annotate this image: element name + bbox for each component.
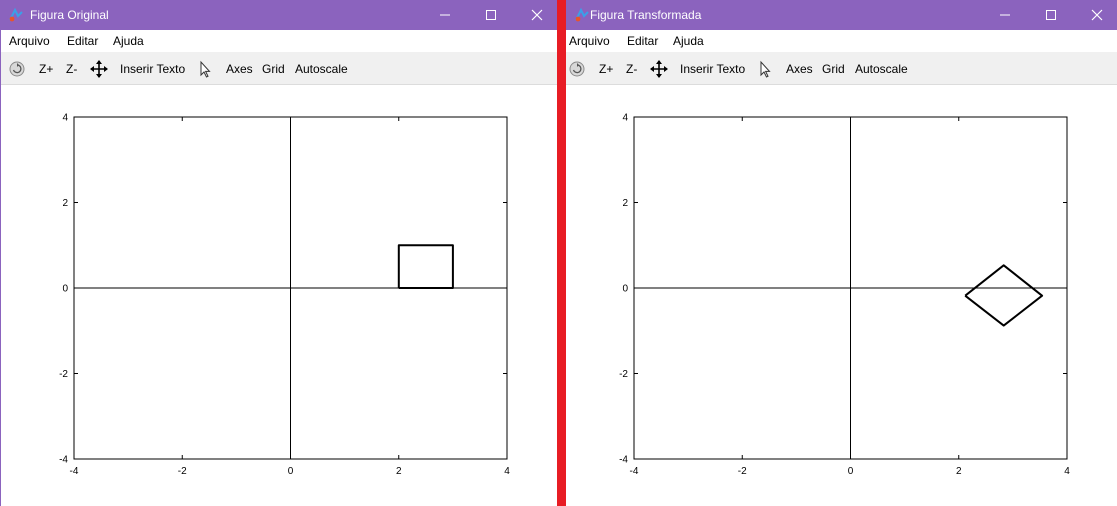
minimize-button[interactable] bbox=[422, 0, 468, 30]
x-tick-label: 2 bbox=[956, 466, 962, 477]
x-tick-label: -4 bbox=[70, 466, 79, 477]
x-tick-label: 0 bbox=[848, 466, 854, 477]
zoom-out-button[interactable]: Z- bbox=[66, 62, 77, 76]
rotate-icon[interactable] bbox=[568, 60, 586, 78]
x-tick-label: -4 bbox=[630, 466, 639, 477]
grid-button[interactable]: Grid bbox=[262, 62, 285, 76]
menu-editar[interactable]: Editar bbox=[67, 34, 98, 48]
figure-icon bbox=[9, 7, 23, 22]
close-icon bbox=[1091, 9, 1103, 21]
menu-ajuda[interactable]: Ajuda bbox=[673, 34, 704, 48]
axes-button[interactable]: Axes bbox=[226, 62, 253, 76]
x-tick-label: 2 bbox=[396, 466, 402, 477]
x-tick-label: -2 bbox=[738, 466, 747, 477]
zoom-in-button[interactable]: Z+ bbox=[39, 62, 53, 76]
minimize-icon bbox=[1000, 14, 1010, 16]
figure-window-transformed: Figura Transformada Arquivo Editar Ajuda… bbox=[566, 0, 1117, 506]
figure-window-original: Figura Original Arquivo Editar Ajuda Z+ … bbox=[0, 0, 557, 506]
x-tick-label: 4 bbox=[504, 466, 510, 477]
close-icon bbox=[531, 9, 543, 21]
title-bar[interactable]: Figura Transformada bbox=[566, 0, 1117, 30]
toolbar: Z+ Z- Inserir Texto Axes Grid Autoscale bbox=[0, 52, 557, 85]
close-button[interactable] bbox=[514, 0, 557, 30]
cursor-arrow-icon[interactable] bbox=[757, 60, 775, 78]
figure-polygon bbox=[964, 264, 1044, 327]
autoscale-button[interactable]: Autoscale bbox=[295, 62, 348, 76]
plot-area[interactable]: -4 -2 0 2 4 -4 -2 0 2 4 bbox=[566, 85, 1117, 506]
window-title: Figura Transformada bbox=[590, 8, 702, 22]
y-tick-label: 4 bbox=[622, 113, 628, 124]
figure-polygon bbox=[397, 244, 454, 289]
x-tick-label: 0 bbox=[288, 466, 294, 477]
x-tick-label: -2 bbox=[178, 466, 187, 477]
y-tick-label: 2 bbox=[62, 198, 68, 209]
grid-button[interactable]: Grid bbox=[822, 62, 845, 76]
minimize-icon bbox=[440, 14, 450, 16]
maximize-icon bbox=[486, 10, 496, 20]
rotate-icon[interactable] bbox=[8, 60, 26, 78]
title-bar[interactable]: Figura Original bbox=[0, 0, 557, 30]
minimize-button[interactable] bbox=[982, 0, 1028, 30]
zoom-in-button[interactable]: Z+ bbox=[599, 62, 613, 76]
maximize-button[interactable] bbox=[468, 0, 514, 30]
y-tick-label: -2 bbox=[59, 369, 68, 380]
menu-arquivo[interactable]: Arquivo bbox=[9, 34, 50, 48]
pan-arrows-icon[interactable] bbox=[650, 60, 668, 78]
y-tick-label: -2 bbox=[619, 369, 628, 380]
window-title: Figura Original bbox=[30, 8, 109, 22]
menu-editar[interactable]: Editar bbox=[627, 34, 658, 48]
y-tick-label: 0 bbox=[62, 284, 68, 295]
menu-bar: Arquivo Editar Ajuda bbox=[566, 30, 1117, 52]
y-tick-label: 0 bbox=[622, 284, 628, 295]
window-border bbox=[0, 30, 1, 506]
menu-arquivo[interactable]: Arquivo bbox=[569, 34, 610, 48]
y-tick-label: -4 bbox=[619, 455, 628, 466]
pan-arrows-icon[interactable] bbox=[90, 60, 108, 78]
y-tick-label: -4 bbox=[59, 455, 68, 466]
y-tick-label: 2 bbox=[622, 198, 628, 209]
maximize-button[interactable] bbox=[1028, 0, 1074, 30]
insert-text-button[interactable]: Inserir Texto bbox=[120, 62, 185, 76]
x-tick-label: 4 bbox=[1064, 466, 1070, 477]
plot-area[interactable]: -4 -2 0 2 4 -4 -2 0 2 4 bbox=[0, 85, 557, 506]
close-button[interactable] bbox=[1074, 0, 1117, 30]
zoom-out-button[interactable]: Z- bbox=[626, 62, 637, 76]
maximize-icon bbox=[1046, 10, 1056, 20]
y-tick-label: 4 bbox=[62, 113, 68, 124]
menu-ajuda[interactable]: Ajuda bbox=[113, 34, 144, 48]
autoscale-button[interactable]: Autoscale bbox=[855, 62, 908, 76]
figure-icon bbox=[575, 7, 589, 22]
axes-button[interactable]: Axes bbox=[786, 62, 813, 76]
toolbar: Z+ Z- Inserir Texto Axes Grid Autoscale bbox=[566, 52, 1117, 85]
cursor-arrow-icon[interactable] bbox=[197, 60, 215, 78]
insert-text-button[interactable]: Inserir Texto bbox=[680, 62, 745, 76]
menu-bar: Arquivo Editar Ajuda bbox=[0, 30, 557, 52]
